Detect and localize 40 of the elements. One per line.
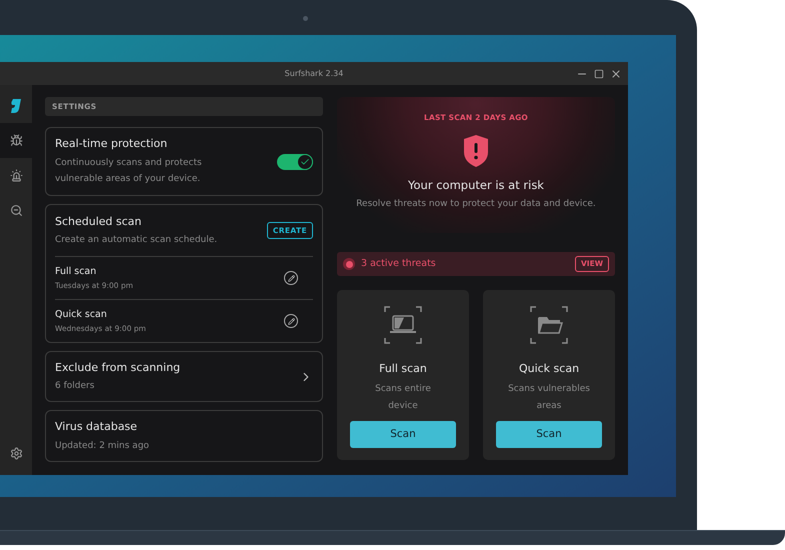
settings-icon [10,446,22,460]
scan-title: Quick scan [518,361,580,377]
toggle-switch[interactable] [277,154,313,170]
card-subtitle: 6 folders [55,380,96,393]
scan-description: Scans entire device [374,382,432,412]
card-subtitle: Updated: 2 mins ago [55,440,150,452]
sidebar-item[interactable] [0,123,32,158]
scan-button[interactable]: Scan [496,421,602,448]
close-icon[interactable] [610,68,622,80]
edit-button[interactable] [284,271,298,285]
window-title: Surfshark 2.34 [284,68,344,80]
schedule-name: Quick scan [55,308,108,322]
scan-button[interactable]: Scan [350,421,456,448]
schedule-name: Full scan [55,265,98,280]
check-icon [300,156,310,166]
camera-icon [303,16,308,21]
status-description: Resolve threats now to protect your data and device. [356,198,596,210]
card-description: Continuously scans and protects vulnerable areas of your device. [55,157,203,186]
card-title: Exclude from scanning [55,360,182,376]
edit-button[interactable] [284,314,298,328]
siren-icon [10,169,22,182]
status-title: Your computer is at risk [408,177,544,194]
shark-logo-icon [10,98,22,114]
card-title: Real-time protection [55,136,168,152]
shield-alert-icon [463,135,489,168]
scan-title: Full scan [379,361,427,377]
alert-dot-icon [343,258,355,270]
pencil-icon [288,274,294,282]
maximize-icon[interactable] [594,68,604,78]
folder-scan-icon [530,306,568,344]
card-title: Virus database [55,419,138,435]
threats-label: 3 active threats [361,256,437,271]
laptop-scan-icon [384,306,422,344]
settings-card[interactable]: Exclude from scanning 6 folders [45,351,323,402]
bug-icon [10,134,22,147]
zoom-out-icon [10,204,22,217]
scan-description: Scans vulnerables areas [507,382,591,412]
pencil-icon [288,318,294,324]
card-description: Create an automatic scan schedule. [55,234,218,247]
card-title: Scheduled scan [55,214,143,230]
